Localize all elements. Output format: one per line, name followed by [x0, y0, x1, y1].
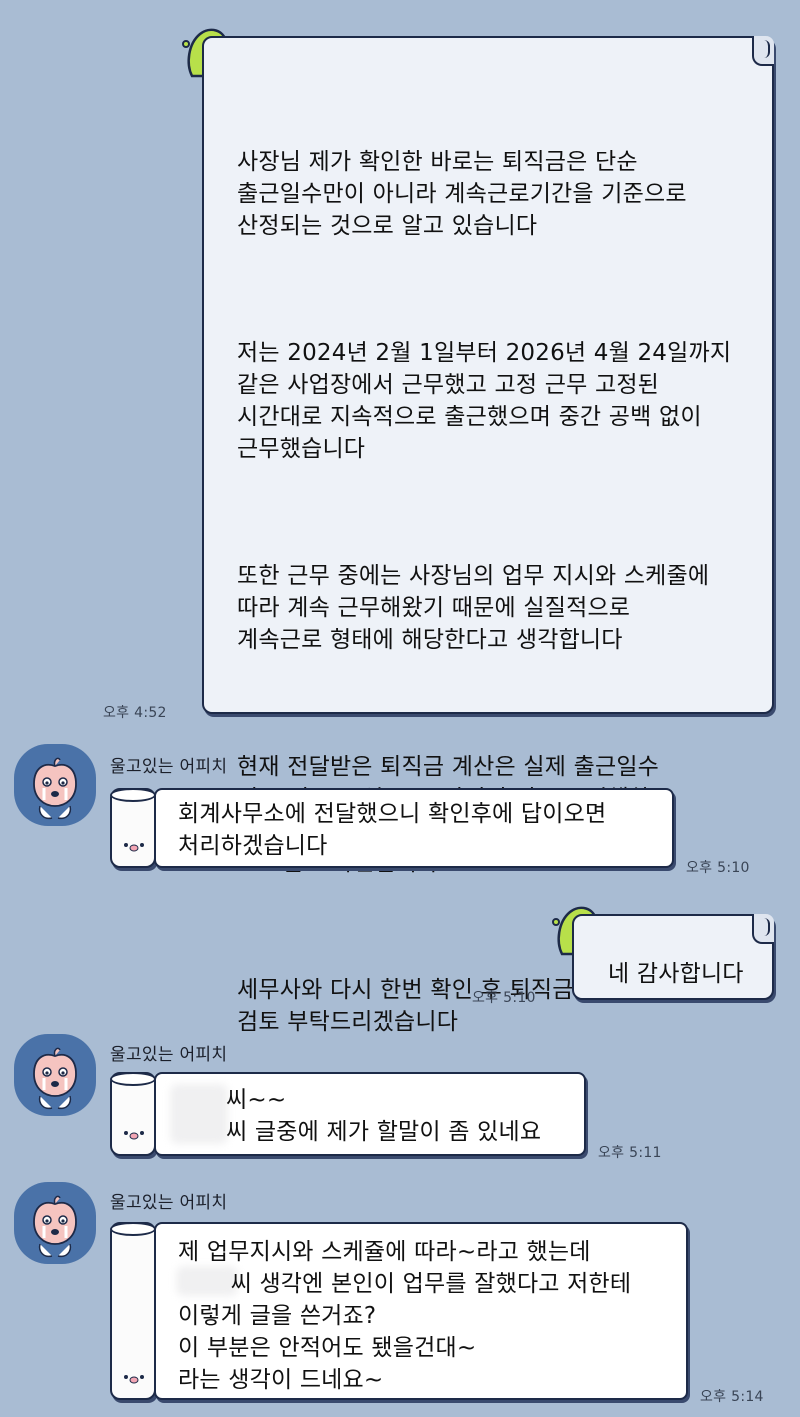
sender-name: 울고있는 어피치 [110, 1045, 228, 1065]
crying-apeach-avatar-icon [33, 757, 77, 820]
outgoing-message-bubble[interactable]: 사장님 제가 확인한 바로는 퇴직금은 단순 출근일수만이 아니라 계속근로기간… [202, 36, 774, 1035]
message-text: 제 업무지시와 스케쥴에 따라~라고 했는데 씨 생각엔 본인이 업무를 잘했다… [178, 1239, 632, 1393]
toilet-roll-character-icon [110, 1072, 156, 1156]
avatar[interactable] [14, 1182, 96, 1264]
message-timestamp: 오후 5:14 [700, 1389, 764, 1405]
message-paragraph: 저는 2024년 2월 1일부터 2026년 4월 24일까지 같은 사업장에서… [237, 340, 732, 462]
message-timestamp: 오후 5:11 [598, 1145, 662, 1161]
message-text: 씨~~ 씨 글중에 제가 할말이 좀 있네요 [226, 1087, 542, 1145]
redacted-name [170, 1084, 228, 1144]
message-timestamp: 오후 5:10 [472, 990, 536, 1006]
incoming-message-bubble[interactable]: 회계사무소에 전달했으니 확인후에 답이오면 처리하겠습니다 [154, 788, 674, 868]
message-paragraph: 사장님 제가 확인한 바로는 퇴직금은 단순 출근일수만이 아니라 계속근로기간… [237, 149, 687, 239]
message-paragraph: 또한 근무 중에는 사장님의 업무 지시와 스케줄에 따라 계속 근무해왔기 때… [237, 563, 710, 653]
message-text: 회계사무소에 전달했으니 확인후에 답이오면 처리하겠습니다 [178, 801, 607, 859]
avatar[interactable] [14, 1034, 96, 1116]
toilet-roll-character-icon [110, 1222, 156, 1400]
avatar[interactable] [14, 744, 96, 826]
incoming-message-bubble[interactable]: 씨~~ 씨 글중에 제가 할말이 좀 있네요 [154, 1072, 586, 1156]
bubble-corner-curl [752, 914, 774, 944]
message-text: 네 감사합니다 [608, 961, 744, 987]
outgoing-message-bubble[interactable]: 네 감사합니다 [572, 914, 774, 1000]
bubble-corner-curl [752, 36, 774, 66]
crying-apeach-avatar-icon [33, 1047, 77, 1110]
crying-apeach-avatar-icon [33, 1195, 77, 1258]
incoming-message-bubble[interactable]: 제 업무지시와 스케쥴에 따라~라고 했는데 씨 생각엔 본인이 업무를 잘했다… [154, 1222, 688, 1400]
message-timestamp: 오후 5:10 [686, 860, 750, 876]
toilet-roll-character-icon [110, 788, 156, 868]
sender-name: 울고있는 어피치 [110, 757, 228, 777]
sender-name: 울고있는 어피치 [110, 1193, 228, 1213]
message-timestamp: 오후 4:52 [103, 705, 167, 721]
